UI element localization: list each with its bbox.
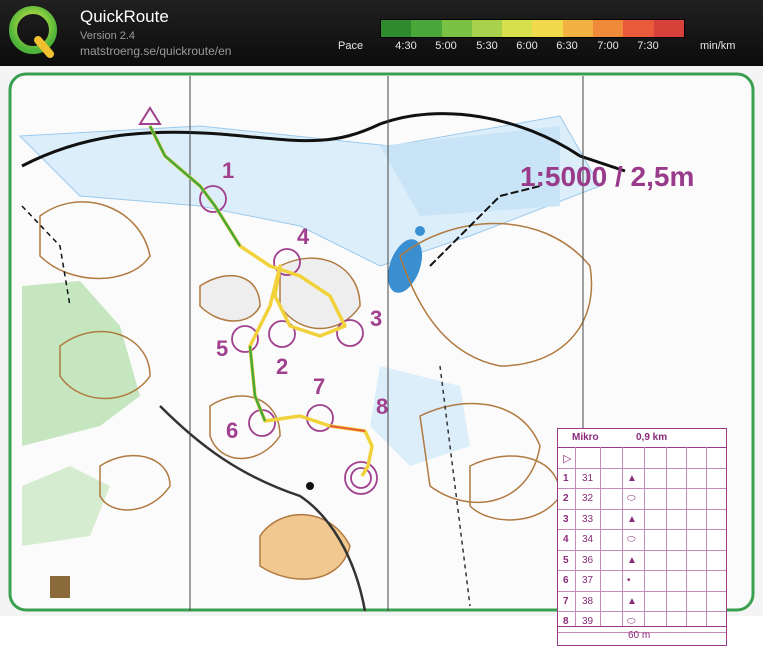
control-description-row: 4 34 ⬭ bbox=[558, 530, 726, 551]
control-number-8: 8 bbox=[376, 394, 389, 419]
control-number-7: 7 bbox=[313, 374, 326, 399]
pace-tick-label: 5:30 bbox=[476, 40, 498, 52]
control-code: 31 bbox=[582, 472, 594, 484]
finish-distance: 60 m bbox=[628, 630, 651, 641]
control-code: 33 bbox=[582, 513, 594, 525]
start-row: ▷ bbox=[558, 448, 726, 469]
control-feature-icon: ⬭ bbox=[627, 534, 636, 545]
start-triangle-icon: ▷ bbox=[563, 453, 572, 465]
control-num: 6 bbox=[563, 575, 569, 586]
pace-tick-label: 6:30 bbox=[556, 40, 578, 52]
pace-color-segment bbox=[502, 20, 533, 37]
pace-tick-label: 7:30 bbox=[637, 40, 659, 52]
app-title: QuickRoute bbox=[80, 7, 169, 26]
control-num: 3 bbox=[563, 513, 569, 525]
pace-color-segment bbox=[653, 20, 684, 37]
app-url[interactable]: matstroeng.se/quickroute/en bbox=[80, 44, 231, 58]
pace-color-bar bbox=[380, 19, 685, 38]
quickroute-window: QuickRoute Version 2.4 matstroeng.se/qui… bbox=[0, 0, 763, 646]
control-code: 37 bbox=[582, 575, 594, 586]
control-num: 2 bbox=[563, 493, 569, 504]
pace-tick-label: 5:00 bbox=[435, 40, 457, 52]
control-number-1: 1 bbox=[222, 158, 235, 183]
map-scale-text: 1:5000 / 2,5m bbox=[520, 161, 695, 192]
pace-tick-label: 6:00 bbox=[516, 40, 538, 52]
course-length: 0,9 km bbox=[636, 432, 668, 443]
control-description-row: 1 31 ▲ bbox=[558, 469, 726, 489]
pace-color-segment bbox=[623, 20, 654, 37]
control-number-5: 5 bbox=[216, 336, 229, 361]
control-feature-icon: • bbox=[627, 575, 631, 586]
grid-line bbox=[686, 447, 687, 627]
grid-line bbox=[575, 447, 576, 627]
pace-tick-label: 4:30 bbox=[395, 40, 417, 52]
grid-line bbox=[666, 447, 667, 627]
grid-line bbox=[600, 447, 601, 627]
control-feature-icon: ⬭ bbox=[627, 493, 636, 504]
control-rows: 1 31 ▲ 2 32 ⬭ 3 33 ▲ 4 34 ⬭ 5 36 ▲ 6 37 • 7 38 ▲ 8 39 ⬭ bbox=[558, 469, 726, 633]
pace-color-segment bbox=[441, 20, 472, 37]
pace-unit: min/km bbox=[700, 40, 736, 52]
event-name: Mikro bbox=[572, 432, 599, 443]
control-description-row: 7 38 ▲ bbox=[558, 592, 726, 612]
pace-color-segment bbox=[411, 20, 442, 37]
control-number-3: 3 bbox=[370, 306, 383, 331]
app-version: Version 2.4 bbox=[80, 30, 136, 42]
control-number-2: 2 bbox=[276, 354, 289, 379]
pace-tick-label: 7:00 bbox=[597, 40, 619, 52]
orienteering-map[interactable]: 1:5000 / 2,5m 1 2 3 4 5 6 7 8 Mikro 0,9 … bbox=[0, 66, 763, 646]
control-description-row: 6 37 • bbox=[558, 571, 726, 592]
grid-line bbox=[706, 447, 707, 627]
control-feature-icon: ▲ bbox=[627, 513, 637, 525]
control-number-6: 6 bbox=[226, 418, 239, 443]
control-description-row: 5 36 ▲ bbox=[558, 551, 726, 571]
pace-color-segment bbox=[532, 20, 563, 37]
control-feature-icon: ▲ bbox=[627, 472, 637, 484]
control-number-4: 4 bbox=[297, 224, 310, 249]
header-bar: QuickRoute Version 2.4 matstroeng.se/qui… bbox=[0, 0, 763, 66]
control-num: 7 bbox=[563, 595, 569, 607]
control-description-header: Mikro 0,9 km bbox=[558, 429, 726, 448]
pace-color-segment bbox=[562, 20, 594, 37]
control-num: 1 bbox=[563, 472, 569, 484]
grid-line bbox=[622, 447, 623, 627]
control-code: 32 bbox=[582, 493, 594, 504]
pace-color-segment bbox=[381, 20, 412, 37]
pace-color-segment bbox=[471, 20, 503, 37]
control-code: 38 bbox=[582, 595, 594, 607]
control-feature-icon: ▲ bbox=[627, 595, 637, 607]
control-feature-icon: ▲ bbox=[627, 554, 637, 566]
control-code: 34 bbox=[582, 534, 594, 545]
control-description-sheet: Mikro 0,9 km ▷ 1 31 ▲ 2 32 ⬭ 3 33 ▲ 4 34 ⬭ 5 36 ▲ 6 37 • 7… bbox=[557, 428, 727, 646]
quickroute-logo-icon bbox=[9, 6, 57, 58]
control-num: 5 bbox=[563, 554, 569, 566]
control-num: 4 bbox=[563, 534, 569, 545]
pace-color-segment bbox=[593, 20, 624, 37]
grid-line bbox=[644, 447, 645, 627]
control-description-row: 3 33 ▲ bbox=[558, 510, 726, 530]
pace-label: Pace bbox=[338, 40, 364, 52]
control-description-row: 2 32 ⬭ bbox=[558, 489, 726, 510]
control-code: 36 bbox=[582, 554, 594, 566]
finish-row: 60 m bbox=[558, 626, 726, 645]
